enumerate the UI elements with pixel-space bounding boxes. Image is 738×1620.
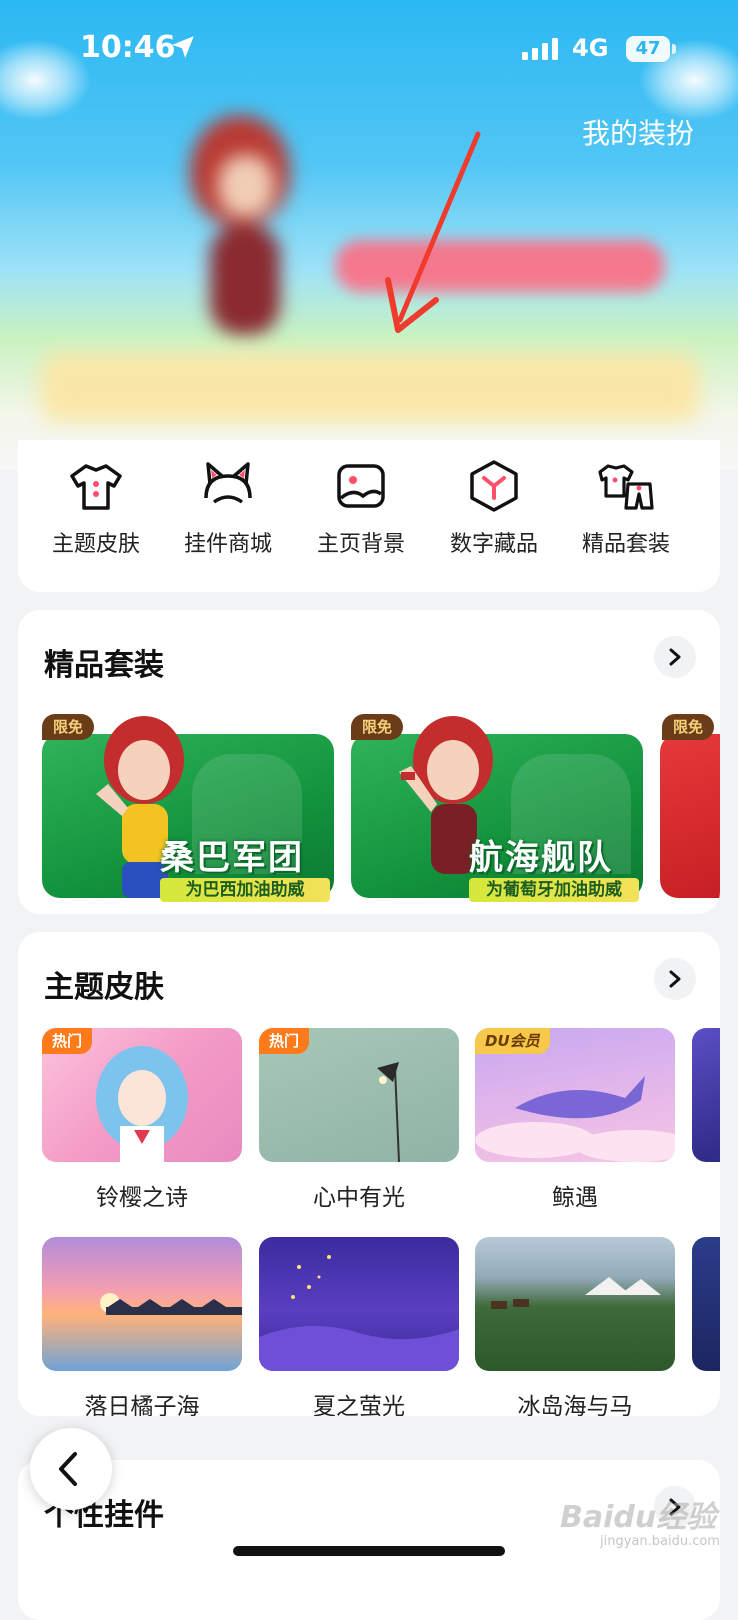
signal-icon bbox=[522, 38, 558, 60]
theme-label: 落日橘子海 bbox=[84, 1394, 200, 1416]
battery-icon: 47 bbox=[626, 36, 670, 62]
theme-label: 铃樱之诗 bbox=[96, 1185, 188, 1211]
annotation-arrow-icon bbox=[385, 131, 481, 333]
theme-tile-partial[interactable] bbox=[692, 1237, 720, 1371]
category-outfit-sets[interactable]: 精品套装 bbox=[566, 458, 686, 558]
status-time: 10:46 bbox=[80, 30, 176, 65]
theme-label: 鲸遇 bbox=[552, 1185, 598, 1211]
theme-tile[interactable]: 热门 心中有光 bbox=[259, 1028, 459, 1212]
theme-thumbnail: DU会员 bbox=[475, 1028, 675, 1162]
suit-card[interactable]: 航海舰队 为葡萄牙加油助威 限免 bbox=[351, 712, 643, 902]
watermark: Baidu经验 bbox=[560, 1500, 717, 1535]
theme-thumbnail bbox=[475, 1237, 675, 1371]
back-button[interactable] bbox=[30, 1428, 112, 1510]
suit-card-partial[interactable] bbox=[660, 734, 720, 898]
theme-skins-section: 主题皮肤 热门 铃樱之诗 热门 心中有光 DU会员 鲸遇 落日橘子海 夏之萤光 … bbox=[18, 932, 720, 1416]
theme-thumbnail bbox=[42, 1237, 242, 1371]
theme-tile-partial[interactable] bbox=[692, 1028, 720, 1162]
theme-label: 夏之萤光 bbox=[313, 1394, 405, 1416]
theme-tile[interactable]: 落日橘子海 bbox=[42, 1237, 242, 1416]
theme-tile[interactable]: DU会员 鲸遇 bbox=[475, 1028, 675, 1212]
watermark-url: jingyan.baidu.com bbox=[600, 1534, 720, 1549]
network-type: 4G bbox=[572, 34, 609, 62]
category-label: 主页背景 bbox=[316, 532, 405, 557]
suit-name: 桑巴军团 bbox=[160, 838, 304, 878]
avatar-preview[interactable] bbox=[170, 95, 310, 340]
section-title: 精品套装 bbox=[44, 648, 164, 683]
hot-tag: 热门 bbox=[259, 1028, 310, 1054]
free-badge: 限免 bbox=[662, 714, 714, 740]
free-badge: 限免 bbox=[42, 714, 94, 740]
suit-subtitle: 为葡萄牙加油助威 bbox=[469, 878, 639, 902]
category-label: 精品套装 bbox=[581, 532, 670, 557]
theme-thumbnail bbox=[259, 1237, 459, 1371]
theme-label: 心中有光 bbox=[313, 1185, 405, 1211]
vip-tag: DU会员 bbox=[475, 1028, 550, 1054]
theme-thumbnail: 热门 bbox=[259, 1028, 459, 1162]
dress-up-banner: 10:46 4G 47 我的装扮 bbox=[0, 0, 738, 470]
image-icon bbox=[337, 464, 385, 508]
my-outfit-link[interactable]: 我的装扮 bbox=[582, 112, 694, 152]
category-label: 主题皮肤 bbox=[51, 532, 140, 557]
blurred-info-bar bbox=[40, 352, 700, 422]
chevron-right-icon bbox=[669, 970, 681, 988]
theme-label: 冰岛海与马 bbox=[517, 1394, 633, 1416]
category-label: 挂件商城 bbox=[183, 532, 272, 557]
outfit-set-icon bbox=[598, 464, 654, 510]
theme-thumbnail: 热门 bbox=[42, 1028, 242, 1162]
cat-ears-icon bbox=[204, 462, 252, 504]
chevron-left-icon bbox=[59, 1452, 77, 1486]
category-theme-skin[interactable]: 主题皮肤 bbox=[36, 458, 156, 558]
theme-tile[interactable]: 热门 铃樱之诗 bbox=[42, 1028, 242, 1212]
category-homepage-background[interactable]: 主页背景 bbox=[301, 458, 421, 558]
tshirt-icon bbox=[70, 464, 122, 510]
free-badge: 限免 bbox=[351, 714, 403, 740]
status-bar: 10:46 4G 47 bbox=[0, 0, 738, 100]
theme-tile[interactable]: 冰岛海与马 bbox=[475, 1237, 675, 1416]
category-panel: 主题皮肤 挂件商城 主页背景 数字藏品 精品套装 bbox=[18, 440, 720, 592]
home-indicator[interactable] bbox=[233, 1546, 505, 1556]
suit-subtitle: 为巴西加油助威 bbox=[160, 878, 330, 902]
more-button[interactable] bbox=[654, 958, 696, 1000]
suit-card[interactable]: 桑巴军团 为巴西加油助威 限免 bbox=[42, 712, 334, 902]
battery-tip bbox=[672, 44, 676, 54]
location-arrow-icon bbox=[172, 36, 194, 58]
hot-tag: 热门 bbox=[42, 1028, 93, 1054]
more-button[interactable] bbox=[654, 636, 696, 678]
suit-name: 航海舰队 bbox=[469, 838, 613, 878]
category-pendant-mall[interactable]: 挂件商城 bbox=[168, 458, 288, 558]
section-title: 主题皮肤 bbox=[44, 970, 164, 1005]
chevron-right-icon bbox=[669, 648, 681, 666]
theme-tile[interactable]: 夏之萤光 bbox=[259, 1237, 459, 1416]
category-digital-collectibles[interactable]: 数字藏品 bbox=[434, 458, 554, 558]
cube-icon bbox=[470, 460, 518, 512]
category-label: 数字藏品 bbox=[449, 532, 538, 557]
outfit-sets-section: 精品套装 桑巴军团 为巴西加油助威 限免 航海舰队 为葡萄牙加油助威 限免 限免 bbox=[18, 610, 720, 914]
